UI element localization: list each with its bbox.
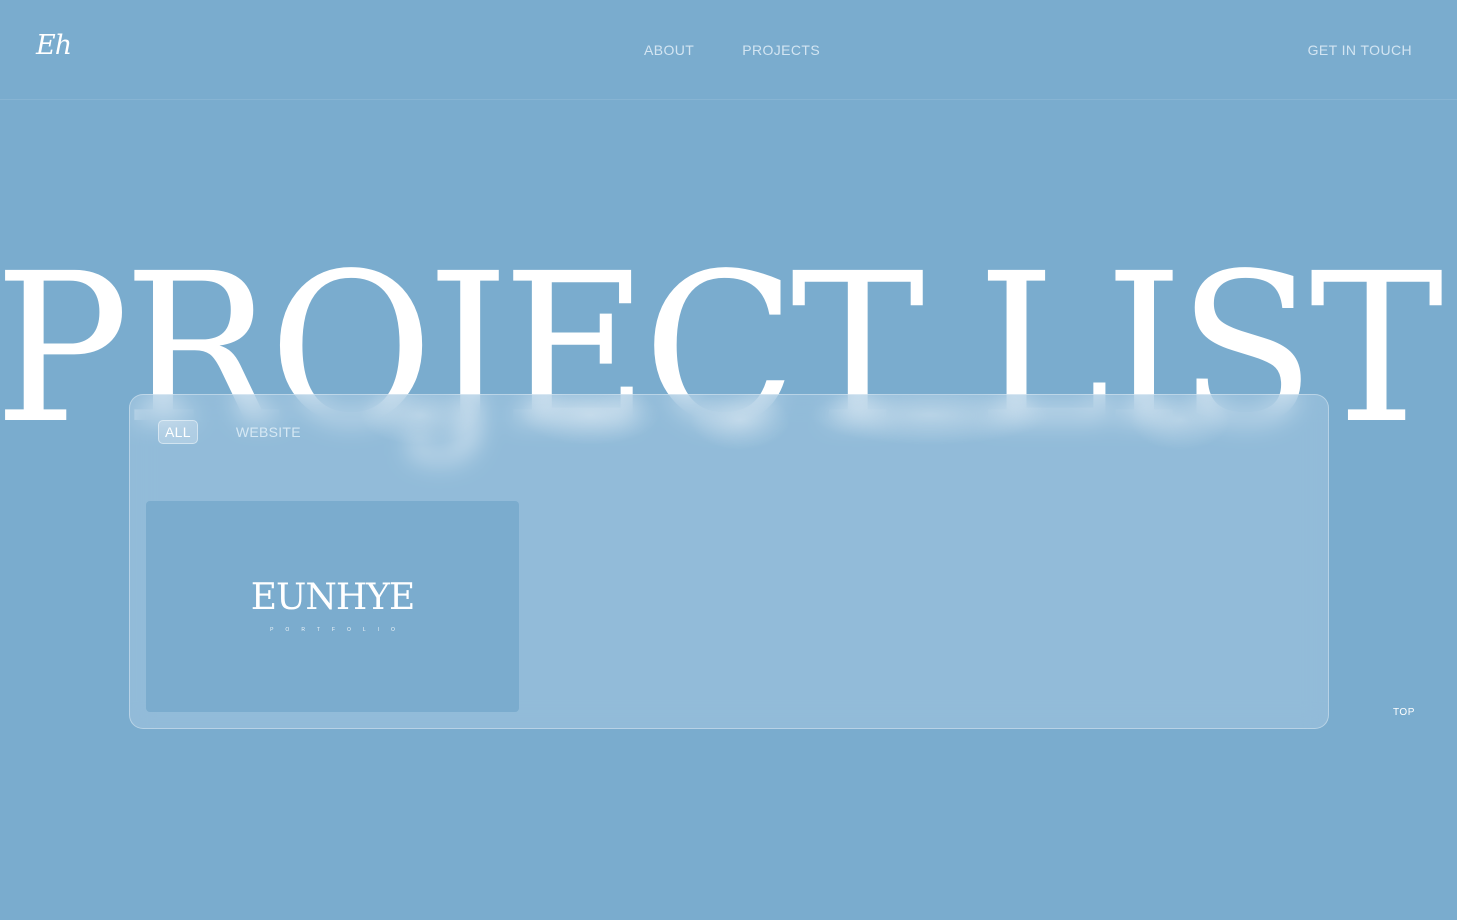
project-card[interactable]: EUNHYE PORTFOLIO xyxy=(146,501,519,712)
filter-all-tab[interactable]: ALL xyxy=(158,420,198,444)
panel-glow xyxy=(130,395,1328,465)
site-logo[interactable]: Eh xyxy=(36,30,72,61)
get-in-touch-link[interactable]: GET IN TOUCH xyxy=(1308,42,1412,58)
project-filters: ALL WEBSITE xyxy=(158,420,301,444)
site-header: Eh ABOUT PROJECTS GET IN TOUCH xyxy=(0,0,1457,100)
project-card-subtitle: PORTFOLIO xyxy=(270,627,407,633)
main-nav: ABOUT PROJECTS xyxy=(644,42,820,58)
filter-website-tab[interactable]: WEBSITE xyxy=(236,424,301,440)
project-list-panel: ALL WEBSITE EUNHYE PORTFOLIO xyxy=(129,394,1329,729)
nav-projects-link[interactable]: PROJECTS xyxy=(742,42,820,58)
project-card-brand: EUNHYE xyxy=(250,577,416,618)
scroll-top-button[interactable]: TOP xyxy=(1393,707,1415,718)
nav-about-link[interactable]: ABOUT xyxy=(644,42,694,58)
